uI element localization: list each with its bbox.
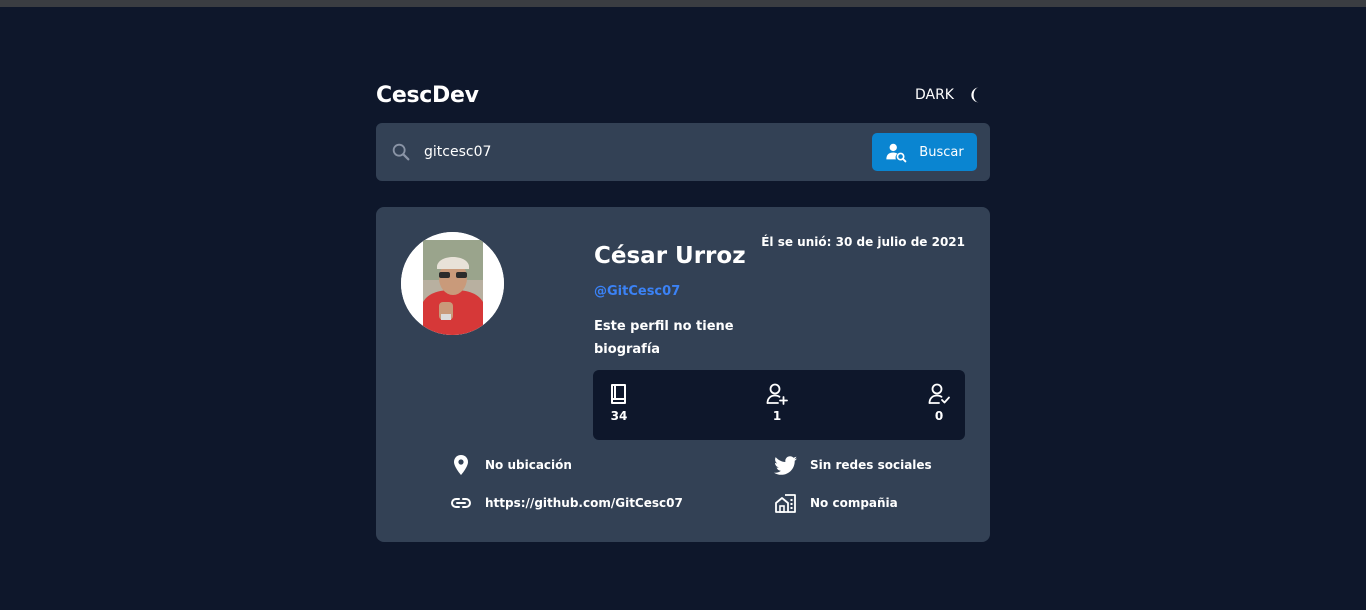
search-button[interactable]: Buscar bbox=[872, 133, 977, 171]
building-icon bbox=[775, 494, 796, 513]
search-bar: Buscar bbox=[376, 123, 990, 181]
twitter-icon bbox=[774, 456, 797, 475]
profile-card: César Urroz Él se unió: 30 de julio de 2… bbox=[376, 207, 990, 542]
book-icon bbox=[611, 384, 626, 404]
info-twitter: Sin redes sociales bbox=[774, 453, 932, 477]
app-container: CescDev DARK Buscar bbox=[376, 78, 990, 542]
search-input[interactable] bbox=[424, 136, 872, 168]
stat-following: 0 bbox=[927, 382, 951, 423]
search-button-label: Buscar bbox=[919, 144, 964, 160]
profile-name: César Urroz bbox=[594, 243, 746, 269]
info-blog[interactable]: https://github.com/GitCesc07 bbox=[449, 491, 683, 515]
link-icon bbox=[450, 498, 472, 508]
header: CescDev DARK bbox=[376, 78, 990, 112]
theme-toggle[interactable]: DARK bbox=[915, 86, 986, 104]
twitter-text: Sin redes sociales bbox=[810, 458, 932, 472]
info-company: No compañia bbox=[774, 491, 898, 515]
user-plus-icon bbox=[766, 383, 788, 405]
profile-login[interactable]: @GitCesc07 bbox=[594, 284, 680, 299]
stat-repos-value: 34 bbox=[610, 409, 628, 423]
stat-followers-value: 1 bbox=[772, 409, 782, 423]
joined-date: Él se unió: 30 de julio de 2021 bbox=[761, 235, 965, 249]
theme-label: DARK bbox=[914, 87, 954, 103]
company-text: No compañia bbox=[810, 496, 898, 510]
browser-top-bar bbox=[0, 0, 1366, 7]
location-pin-icon bbox=[454, 455, 468, 475]
stats-panel: 34 1 0 bbox=[593, 370, 965, 440]
blog-link[interactable]: https://github.com/GitCesc07 bbox=[485, 496, 683, 510]
avatar bbox=[401, 232, 504, 335]
stat-following-value: 0 bbox=[934, 409, 944, 423]
search-icon bbox=[392, 143, 410, 161]
app-logo: CescDev bbox=[376, 82, 479, 108]
stat-followers: 1 bbox=[765, 382, 789, 423]
avatar-photo bbox=[401, 232, 504, 335]
info-location: No ubicación bbox=[449, 453, 572, 477]
user-search-icon bbox=[886, 143, 907, 163]
location-text: No ubicación bbox=[485, 458, 572, 472]
stat-repos: 34 bbox=[607, 382, 631, 423]
profile-bio: Este perfil no tiene biografía bbox=[594, 319, 734, 357]
moon-icon bbox=[971, 87, 979, 103]
user-check-icon bbox=[928, 383, 950, 404]
